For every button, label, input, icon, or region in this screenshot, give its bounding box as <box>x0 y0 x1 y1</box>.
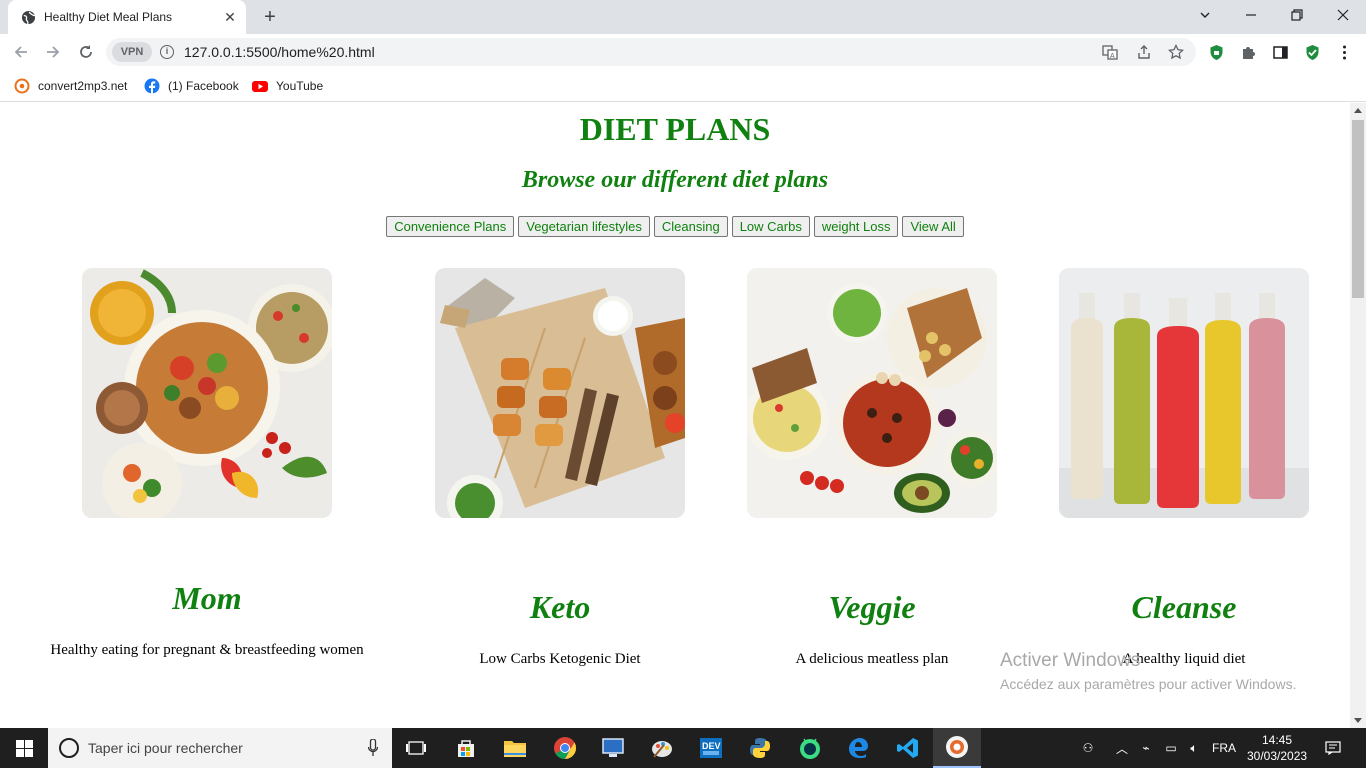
android-studio-icon[interactable] <box>786 728 834 768</box>
close-window-button[interactable] <box>1320 0 1366 30</box>
filter-low-carbs-button[interactable]: Low Carbs <box>731 216 810 237</box>
url-text[interactable]: 127.0.0.1:5500/home%20.html <box>184 44 375 60</box>
filter-convenience-plans-button[interactable]: Convenience Plans <box>386 216 515 237</box>
globe-icon <box>21 10 36 25</box>
bookmark-star-icon[interactable] <box>1168 44 1184 60</box>
restore-button[interactable] <box>1274 0 1320 30</box>
translate-icon[interactable]: A <box>1102 44 1118 60</box>
watermark-subtitle: Accédez aux paramètres pour activer Wind… <box>1000 676 1297 692</box>
microsoft-store-icon[interactable] <box>442 728 490 768</box>
show-hidden-icons-chevron-icon[interactable]: ︿ <box>1112 728 1132 768</box>
site-info-icon[interactable]: i <box>160 45 174 59</box>
extensions-puzzle-icon[interactable] <box>1238 42 1258 62</box>
bookmark-facebook[interactable]: (1) Facebook <box>144 77 239 95</box>
power-plug-icon[interactable]: ⌁ <box>1136 728 1156 768</box>
filter-vegetarian-lifestyles-button[interactable]: Vegetarian lifestyles <box>518 216 650 237</box>
vpn-shield-extension-icon[interactable] <box>1206 42 1226 62</box>
back-button[interactable] <box>9 40 33 64</box>
windows-logo-icon <box>15 739 33 757</box>
clock-date: 30/03/2023 <box>1247 749 1308 763</box>
plan-name: Mom <box>172 580 242 616</box>
plan-description: Low Carbs Ketogenic Diet <box>479 651 641 667</box>
language-indicator[interactable]: FRA <box>1208 728 1240 768</box>
browser-tab[interactable]: Healthy Diet Meal Plans ✕ <box>8 0 246 34</box>
convert2mp3-icon <box>14 78 30 94</box>
taskbar-search-box[interactable]: Taper ici pour rechercher <box>48 728 392 768</box>
people-icon[interactable]: ⚇ <box>1076 728 1100 768</box>
close-tab-icon[interactable]: ✕ <box>222 9 238 25</box>
filter-cleansing-button[interactable]: Cleansing <box>653 216 728 237</box>
windows-taskbar: Taper ici pour rechercher DEV ⚇ ︿ ⌁ ▭ 🔈︎… <box>0 728 1366 768</box>
dev-app-icon[interactable]: DEV <box>687 728 735 768</box>
vpn-badge[interactable]: VPN <box>112 42 152 62</box>
facebook-icon <box>144 78 160 94</box>
bookmark-label: YouTube <box>276 79 324 93</box>
bookmark-youtube[interactable]: YouTube <box>252 77 323 95</box>
file-explorer-icon[interactable] <box>491 728 539 768</box>
notifications-icon[interactable] <box>1318 728 1348 768</box>
forward-button[interactable] <box>41 40 65 64</box>
active-browser-app-icon[interactable] <box>933 728 981 768</box>
mixed-meal-bowls-photo[interactable] <box>82 268 332 518</box>
juice-bottles-photo[interactable] <box>1059 268 1309 518</box>
scrollbar-thumb[interactable] <box>1352 120 1364 298</box>
watermark-title: Activer Windows <box>1000 650 1141 671</box>
vegetarian-spread-photo[interactable] <box>747 268 997 518</box>
filter-button-group: Convenience Plans Vegetarian lifestyles … <box>0 216 1350 237</box>
remote-desktop-icon[interactable] <box>589 728 637 768</box>
system-clock[interactable]: 14:45 30/03/2023 <box>1247 732 1307 764</box>
paint-icon[interactable] <box>638 728 686 768</box>
start-button[interactable] <box>0 728 48 768</box>
tab-strip: Healthy Diet Meal Plans ✕ + <box>0 0 1366 34</box>
browser-menu-icon[interactable] <box>1334 42 1354 62</box>
vscode-icon[interactable] <box>884 728 932 768</box>
microphone-icon[interactable] <box>368 739 378 757</box>
edge-icon[interactable] <box>834 728 882 768</box>
filter-view-all-button[interactable]: View All <box>902 216 964 237</box>
cortana-icon <box>59 738 79 758</box>
reload-button[interactable] <box>74 40 98 64</box>
chrome-icon[interactable] <box>541 728 589 768</box>
bookmark-label: (1) Facebook <box>168 79 239 93</box>
activate-windows-watermark: Activer Windows Accédez aux paramètres p… <box>1000 650 1296 692</box>
bookmark-convert2mp3[interactable]: convert2mp3.net <box>14 77 127 95</box>
filter-weight-loss-button[interactable]: weight Loss <box>813 216 899 237</box>
youtube-icon <box>252 78 268 94</box>
plan-description: Healthy eating for pregnant & breastfeed… <box>50 642 364 658</box>
clock-time: 14:45 <box>1261 733 1293 747</box>
svg-text:DEV: DEV <box>702 741 721 751</box>
plan-name: Keto <box>529 589 591 625</box>
python-icon[interactable] <box>736 728 784 768</box>
address-bar[interactable]: VPN i 127.0.0.1:5500/home%20.html A <box>106 38 1196 66</box>
scroll-up-arrow-icon[interactable] <box>1354 108 1362 113</box>
volume-icon[interactable]: 🔈︎ <box>1184 728 1204 768</box>
page-viewport: DIET PLANS Browse our different diet pla… <box>0 103 1350 728</box>
share-icon[interactable] <box>1136 44 1152 60</box>
bookmarks-bar: convert2mp3.net (1) Facebook YouTube <box>0 70 1366 102</box>
page-title: DIET PLANS <box>579 111 771 147</box>
new-tab-button[interactable]: + <box>258 6 282 28</box>
page-scrollbar[interactable] <box>1350 103 1366 728</box>
kebab-skewers-photo[interactable] <box>435 268 685 518</box>
plan-name: Cleanse <box>1131 589 1237 625</box>
page-subtitle: Browse our different diet plans <box>521 167 829 193</box>
task-view-icon[interactable] <box>392 728 440 768</box>
adblock-shield-icon[interactable] <box>1302 42 1322 62</box>
svg-text:A: A <box>1110 53 1115 60</box>
tab-title: Healthy Diet Meal Plans <box>44 10 173 24</box>
plan-description: A delicious meatless plan <box>795 651 949 667</box>
plan-name: Veggie <box>828 589 916 625</box>
bookmark-label: convert2mp3.net <box>38 79 128 93</box>
tab-search-icon[interactable] <box>1182 0 1228 30</box>
network-icon[interactable]: ▭ <box>1160 728 1182 768</box>
browser-toolbar: VPN i 127.0.0.1:5500/home%20.html A <box>0 34 1366 70</box>
scroll-down-arrow-icon[interactable] <box>1354 718 1362 723</box>
search-placeholder: Taper ici pour rechercher <box>88 740 243 756</box>
minimize-button[interactable] <box>1228 0 1274 30</box>
side-panel-icon[interactable] <box>1270 42 1290 62</box>
